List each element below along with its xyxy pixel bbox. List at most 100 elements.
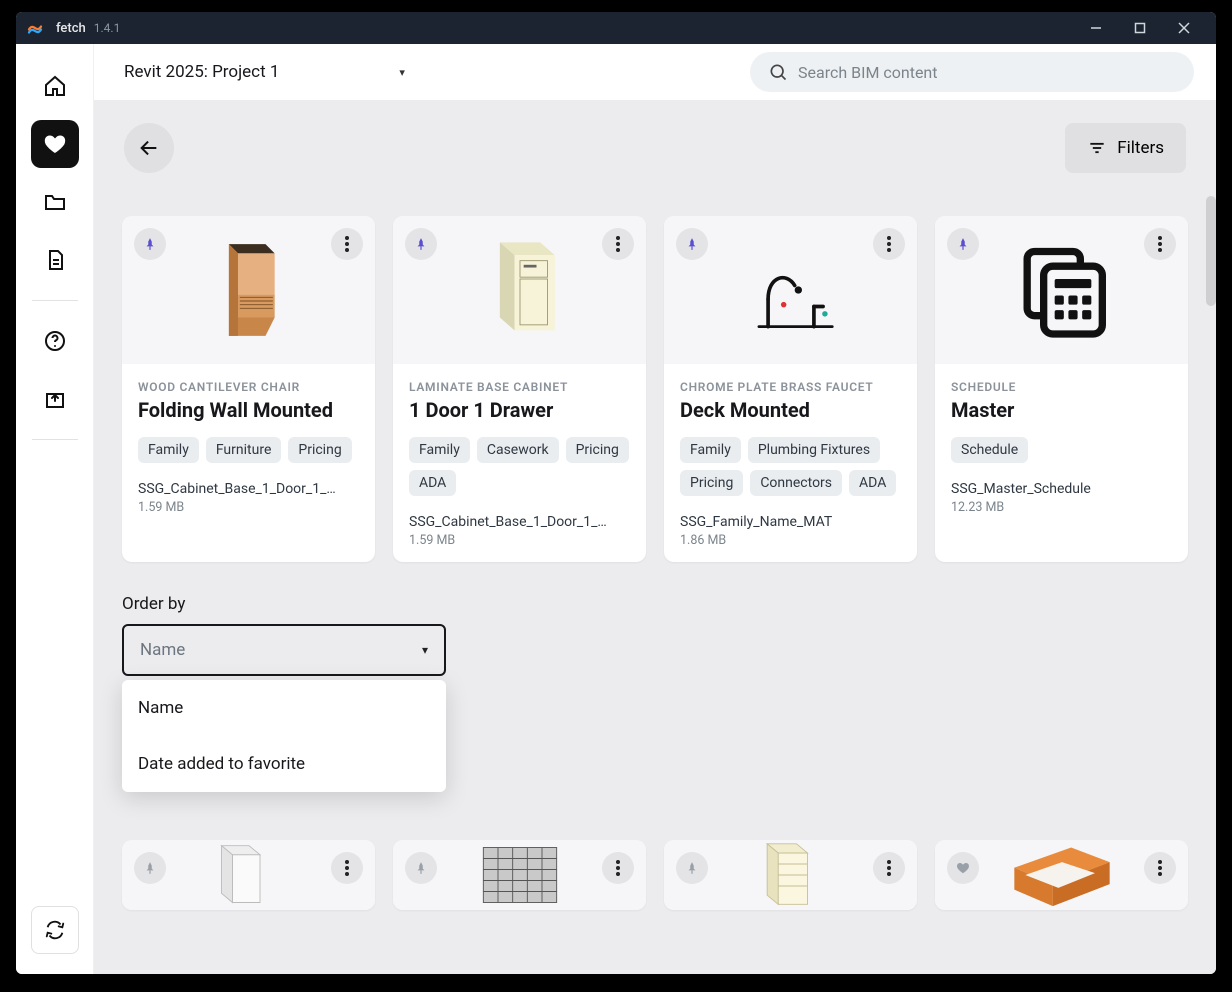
app-logo-icon [26,19,44,37]
cards-grid: WOOD CANTILEVER CHAIRFolding Wall Mounte… [122,216,1188,562]
pin-button[interactable] [134,852,166,884]
tag: Connectors [750,470,842,496]
card-tags: Family FurniturePricing [138,437,359,463]
card-title: Folding Wall Mounted [138,398,359,423]
window-maximize-button[interactable] [1118,13,1162,43]
more-button[interactable] [873,852,905,884]
card-title: Master [951,398,1172,423]
app-version: 1.4.1 [94,21,121,35]
project-name: Revit 2025: Project 1 [124,62,279,82]
tag: Furniture [206,437,282,463]
sidebar-item-favorites[interactable] [31,120,79,168]
dropdown-option[interactable]: Date added to favorite [122,736,446,792]
card-filesize: 1.59 MB [409,533,630,548]
order-by-dropdown: NameDate added to favorite [122,680,446,792]
card-thumbnail [935,216,1188,364]
sidebar-item-upload[interactable] [31,375,79,423]
tag: ADA [849,470,896,496]
sidebar-item-home[interactable] [31,62,79,110]
subheader: Filters [94,100,1216,196]
pin-button[interactable] [405,228,437,260]
titlebar: fetch 1.4.1 [16,12,1216,44]
tag: Pricing [566,437,629,463]
chevron-down-icon: ▾ [422,643,428,657]
more-button[interactable] [331,852,363,884]
more-button[interactable] [331,228,363,260]
card-filename: SSG_Cabinet_Base_1_Door_1_… [138,481,359,497]
card-title: Deck Mounted [680,398,901,423]
window-close-button[interactable] [1162,13,1206,43]
more-button[interactable] [602,228,634,260]
filters-label: Filters [1117,138,1164,158]
search-field[interactable] [750,52,1194,92]
card-eyebrow: SCHEDULE [951,380,1172,394]
window-minimize-button[interactable] [1074,13,1118,43]
card-thumbnail [664,840,917,910]
card-title: 1 Door 1 Drawer [409,398,630,423]
tag: Family [409,437,470,463]
pin-button[interactable] [676,228,708,260]
favorite-button[interactable] [947,852,979,884]
main: Revit 2025: Project 1 ▾ Filters [94,44,1216,974]
scrollbar[interactable] [1206,196,1216,306]
tag: Family [680,437,741,463]
content-area: WOOD CANTILEVER CHAIRFolding Wall Mounte… [94,196,1216,974]
pin-button[interactable] [947,228,979,260]
more-button[interactable] [602,852,634,884]
card-filename: SSG_Master_Schedule [951,481,1172,497]
chevron-down-icon: ▾ [399,66,405,79]
card-filesize: 12.23 MB [951,500,1172,515]
order-by-control: Order by Name ▾ NameDate added to favori… [122,594,452,792]
search-icon [768,62,788,82]
order-by-value: Name [140,640,185,660]
content-card[interactable]: SCHEDULE Master Schedule SSG_Master_Schedul… [935,216,1188,562]
content-card[interactable]: LAMINATE BASE CABINET 1 Door 1 Drawer Fami… [393,216,646,562]
content-card[interactable] [664,840,917,910]
sidebar [16,44,94,974]
tag: Family [138,437,199,463]
tag: Pricing [288,437,351,463]
card-eyebrow: LAMINATE BASE CABINET [409,380,630,394]
content-card[interactable]: WOOD CANTILEVER CHAIRFolding Wall Mounte… [122,216,375,562]
cards-grid-row2 [122,840,1188,910]
topbar: Revit 2025: Project 1 ▾ [94,44,1216,100]
card-thumbnail [393,840,646,910]
content-card[interactable] [935,840,1188,910]
content-card[interactable] [122,840,375,910]
pin-button[interactable] [134,228,166,260]
card-thumbnail [935,840,1188,910]
card-thumbnail [393,216,646,364]
sidebar-item-documents[interactable] [31,236,79,284]
filters-button[interactable]: Filters [1065,123,1186,173]
card-filename: SSG_Cabinet_Base_1_Door_1_… [409,514,630,530]
content-card[interactable]: CHROME PLATE BRASS FAUCET Deck Mounted Fam… [664,216,917,562]
pin-button[interactable] [405,852,437,884]
more-button[interactable] [1144,852,1176,884]
card-eyebrow: CHROME PLATE BRASS FAUCET [680,380,901,394]
app-name: fetch [56,21,86,36]
card-thumbnail [664,216,917,364]
filter-icon [1087,138,1107,158]
project-selector[interactable]: Revit 2025: Project 1 ▾ [124,62,405,82]
order-by-select[interactable]: Name ▾ [122,624,446,676]
sidebar-sync-button[interactable] [31,906,79,954]
card-thumbnail [122,216,375,364]
more-button[interactable] [873,228,905,260]
dropdown-option[interactable]: Name [122,680,446,736]
back-button[interactable] [124,123,174,173]
card-filename: SSG_Family_Name_MAT [680,514,901,530]
pin-button[interactable] [676,852,708,884]
tag: Plumbing Fixtures [748,437,880,463]
sidebar-item-folders[interactable] [31,178,79,226]
sidebar-item-help[interactable] [31,317,79,365]
tag: ADA [409,470,456,496]
app-window: fetch 1.4.1 [16,12,1216,974]
search-input[interactable] [798,63,1176,82]
more-button[interactable] [1144,228,1176,260]
card-tags: Family Casework Pricing ADA [409,437,630,496]
tag: Schedule [951,437,1028,463]
content-card[interactable] [393,840,646,910]
tag: Casework [477,437,559,463]
order-by-label: Order by [122,594,452,614]
card-filesize: 1.59 MB [138,500,359,515]
